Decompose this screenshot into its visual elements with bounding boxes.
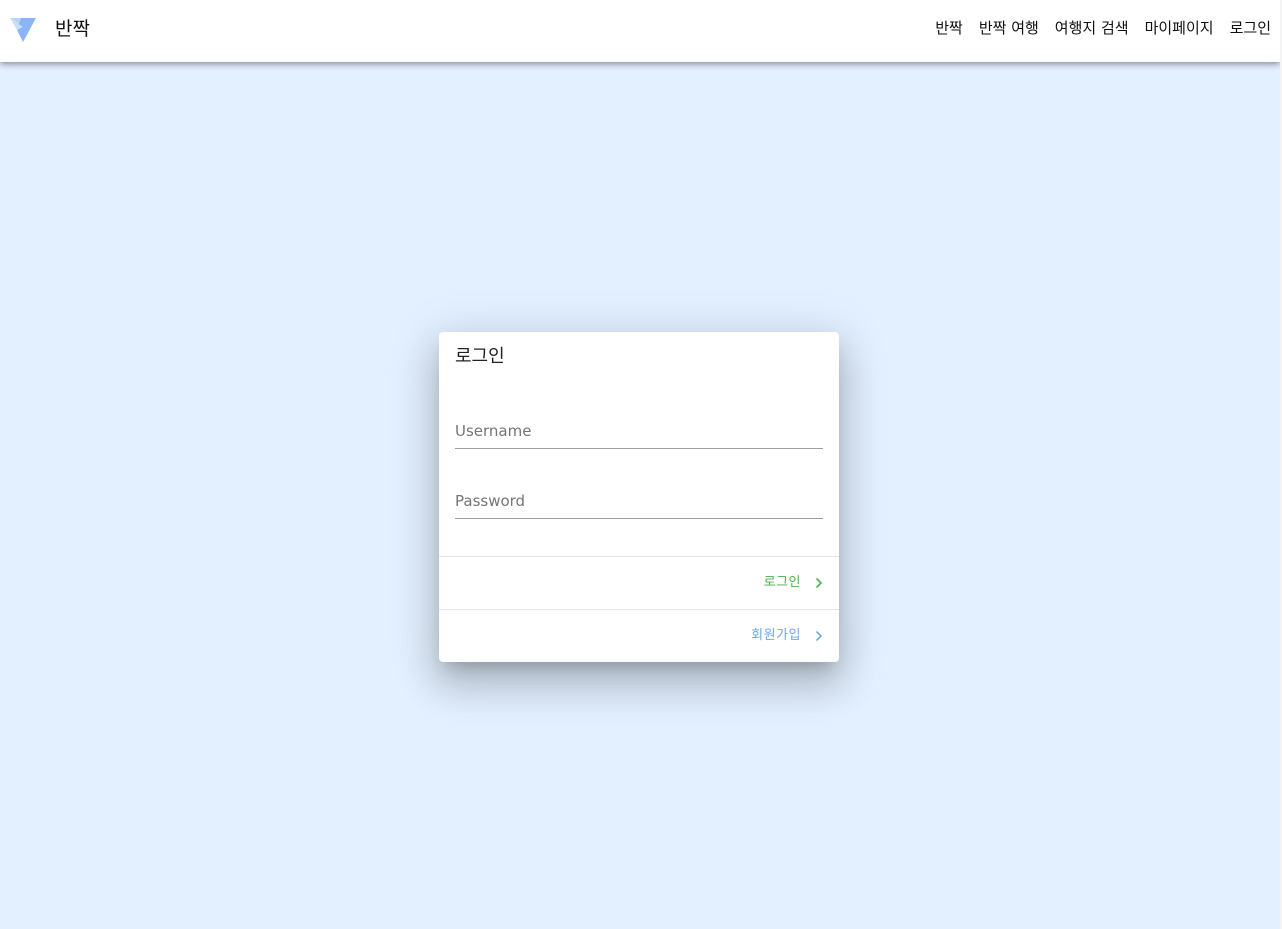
username-input[interactable] bbox=[455, 418, 823, 444]
signup-button-label: 회원가입 bbox=[751, 628, 801, 643]
password-input[interactable] bbox=[455, 488, 823, 514]
nav-item-login[interactable]: 로그인 bbox=[1230, 17, 1271, 39]
login-card: 로그인 로그인 회원가입 bbox=[439, 332, 839, 662]
app-bar: 반짝 반짝 반짝 여행 여행지 검색 마이페이지 로그인 bbox=[0, 0, 1280, 62]
nav-item-mypage[interactable]: 마이페이지 bbox=[1145, 17, 1214, 39]
login-button-label: 로그인 bbox=[763, 575, 801, 590]
username-field[interactable] bbox=[455, 412, 823, 449]
chevron-right-icon bbox=[815, 630, 823, 642]
app-logo-icon[interactable] bbox=[10, 18, 36, 42]
top-nav: 반짝 반짝 여행 여행지 검색 마이페이지 로그인 bbox=[935, 17, 1271, 39]
login-button[interactable]: 로그인 bbox=[439, 557, 839, 609]
app-root: 반짝 반짝 반짝 여행 여행지 검색 마이페이지 로그인 로그인 로그인 회원가… bbox=[0, 0, 1280, 929]
nav-item-search[interactable]: 여행지 검색 bbox=[1055, 17, 1129, 39]
chevron-right-icon bbox=[815, 577, 823, 589]
brand-title[interactable]: 반짝 bbox=[55, 16, 90, 42]
password-field[interactable] bbox=[455, 482, 823, 519]
nav-item-home[interactable]: 반짝 bbox=[935, 17, 963, 39]
nav-item-trip[interactable]: 반짝 여행 bbox=[979, 17, 1039, 39]
signup-button[interactable]: 회원가입 bbox=[439, 610, 839, 662]
login-card-title: 로그인 bbox=[455, 346, 505, 367]
